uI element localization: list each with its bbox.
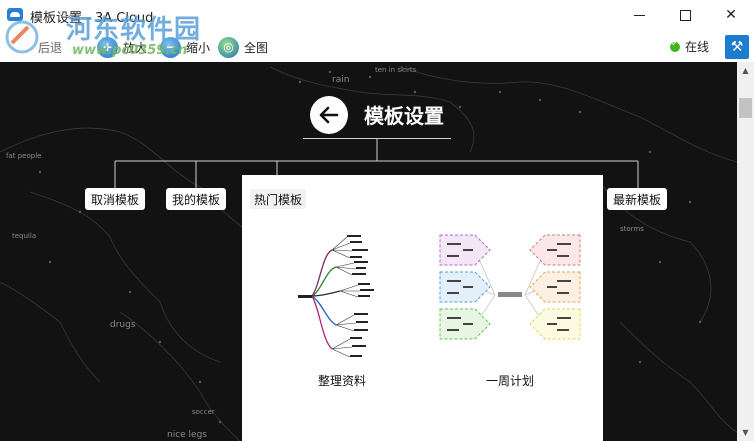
vertical-scrollbar[interactable]: ▲ ▼ — [737, 62, 754, 441]
app-window: 模板设置 - 3A Cloud ✕ 后退 + 放大 − 缩小 ◎ 全图 在线 ⚒ — [0, 0, 754, 441]
watermark-name: 河东软件园 — [66, 15, 202, 45]
minimize-icon — [633, 14, 645, 16]
tab-my-templates[interactable]: 我的模板 — [166, 188, 227, 210]
mind-map-canvas[interactable]: rain ten in skirts fat people tequila dr… — [0, 62, 737, 441]
globe-icon: ◎ — [218, 36, 239, 58]
watermark-url: www.pc0359.cn — [72, 43, 188, 58]
hammer-icon: ⚒ — [730, 39, 744, 55]
template-label: 一周计划 — [486, 374, 535, 388]
minimize-button[interactable] — [616, 0, 662, 30]
template-thumbnail — [298, 235, 374, 358]
maximize-icon — [679, 9, 691, 21]
online-label: 在线 — [685, 40, 710, 54]
online-status: 在线 — [670, 38, 709, 55]
watermark-logo — [5, 20, 39, 54]
close-icon: ✕ — [725, 7, 737, 23]
scroll-down-icon[interactable]: ▼ — [737, 424, 754, 441]
scroll-thumb[interactable] — [739, 98, 752, 118]
full-view-button[interactable]: ◎ 全图 — [218, 36, 268, 58]
full-view-label: 全图 — [244, 40, 269, 55]
tool-button[interactable]: ⚒ — [725, 35, 749, 59]
tab-cancel-template[interactable]: 取消模板 — [85, 188, 146, 210]
template-label: 整理资料 — [318, 374, 367, 388]
tab-popular-templates[interactable]: 热门模板 — [250, 189, 307, 209]
template-panel: 热门模板 整理资料 一周计划 — [242, 175, 603, 441]
check-icon — [670, 39, 680, 52]
template-card[interactable] — [292, 225, 442, 415]
tab-latest-templates[interactable]: 最新模板 — [607, 188, 668, 210]
maximize-button[interactable] — [662, 0, 708, 30]
template-thumbnail — [439, 234, 581, 340]
close-button[interactable]: ✕ — [708, 0, 754, 30]
scroll-up-icon[interactable]: ▲ — [737, 62, 754, 79]
